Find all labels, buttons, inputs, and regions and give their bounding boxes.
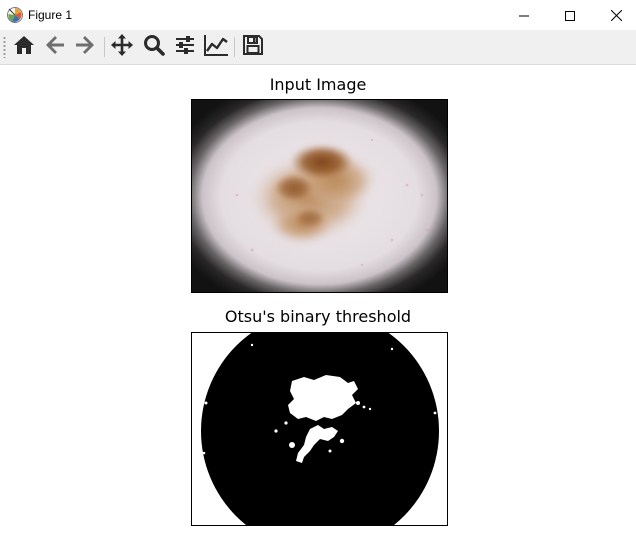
subplots-button[interactable] xyxy=(171,33,199,61)
title-bar[interactable]: Figure 1 xyxy=(0,0,636,30)
back-button[interactable] xyxy=(41,33,69,61)
zoom-button[interactable] xyxy=(140,33,168,61)
figure-canvas[interactable]: Input Image Otsu's binary threshold xyxy=(0,65,636,543)
axes-input-image[interactable] xyxy=(191,99,448,293)
maximize-icon xyxy=(565,6,575,25)
arrow-left-icon xyxy=(43,33,67,61)
home-button[interactable] xyxy=(10,33,38,61)
binary-mask-image xyxy=(192,333,447,525)
chart-line-icon xyxy=(203,33,229,61)
close-icon xyxy=(610,6,622,25)
floppy-disk-icon xyxy=(241,33,265,61)
home-icon xyxy=(12,33,36,61)
matplotlib-logo-icon[interactable] xyxy=(6,6,24,24)
edit-axes-button[interactable] xyxy=(202,33,230,61)
minimize-button[interactable] xyxy=(501,0,547,30)
sliders-icon xyxy=(173,33,197,61)
minimize-icon xyxy=(519,6,529,25)
toolbar-grip[interactable] xyxy=(3,36,6,58)
toolbar-separator xyxy=(104,37,105,57)
navigation-toolbar xyxy=(0,30,636,65)
save-button[interactable] xyxy=(239,33,267,61)
arrow-right-icon xyxy=(73,33,97,61)
dermoscopy-image xyxy=(192,100,447,292)
toolbar-separator xyxy=(234,37,235,57)
forward-button[interactable] xyxy=(71,33,99,61)
window-title: Figure 1 xyxy=(28,8,73,22)
move-icon xyxy=(110,33,134,61)
close-button[interactable] xyxy=(593,0,636,30)
axes-title-otsu-threshold: Otsu's binary threshold xyxy=(224,307,412,326)
magnifier-icon xyxy=(142,33,166,61)
axes-title-input-image: Input Image xyxy=(269,75,367,94)
maximize-button[interactable] xyxy=(547,0,593,30)
pan-button[interactable] xyxy=(108,33,136,61)
axes-otsu-threshold[interactable] xyxy=(191,332,448,526)
